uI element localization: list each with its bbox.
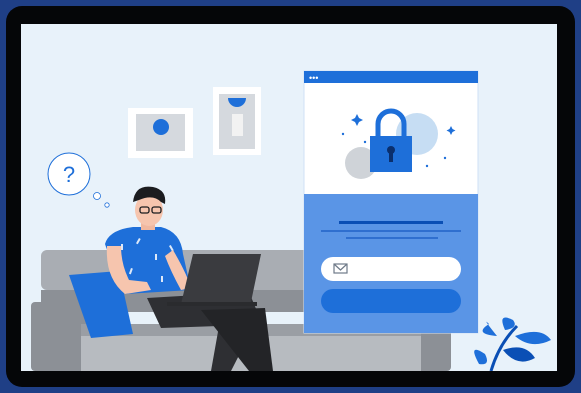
wall-picture-right bbox=[213, 87, 261, 155]
login-button[interactable] bbox=[321, 289, 461, 313]
email-field[interactable] bbox=[321, 257, 461, 281]
question-mark-icon: ? bbox=[63, 162, 75, 187]
illustration-screen: ? ••• bbox=[21, 24, 557, 371]
device-frame: ? ••• bbox=[0, 0, 581, 393]
login-card: ••• bbox=[303, 70, 479, 334]
heading-line bbox=[339, 221, 443, 224]
subheading-line bbox=[321, 230, 461, 232]
login-illustration: ? ••• bbox=[31, 70, 551, 371]
thought-bubble: ? bbox=[47, 152, 110, 208]
plant-icon bbox=[474, 317, 551, 371]
wall-picture-left bbox=[128, 108, 193, 158]
window-dots: ••• bbox=[309, 73, 318, 83]
subheading-line-short bbox=[346, 237, 438, 239]
window-title-bar bbox=[304, 71, 478, 83]
